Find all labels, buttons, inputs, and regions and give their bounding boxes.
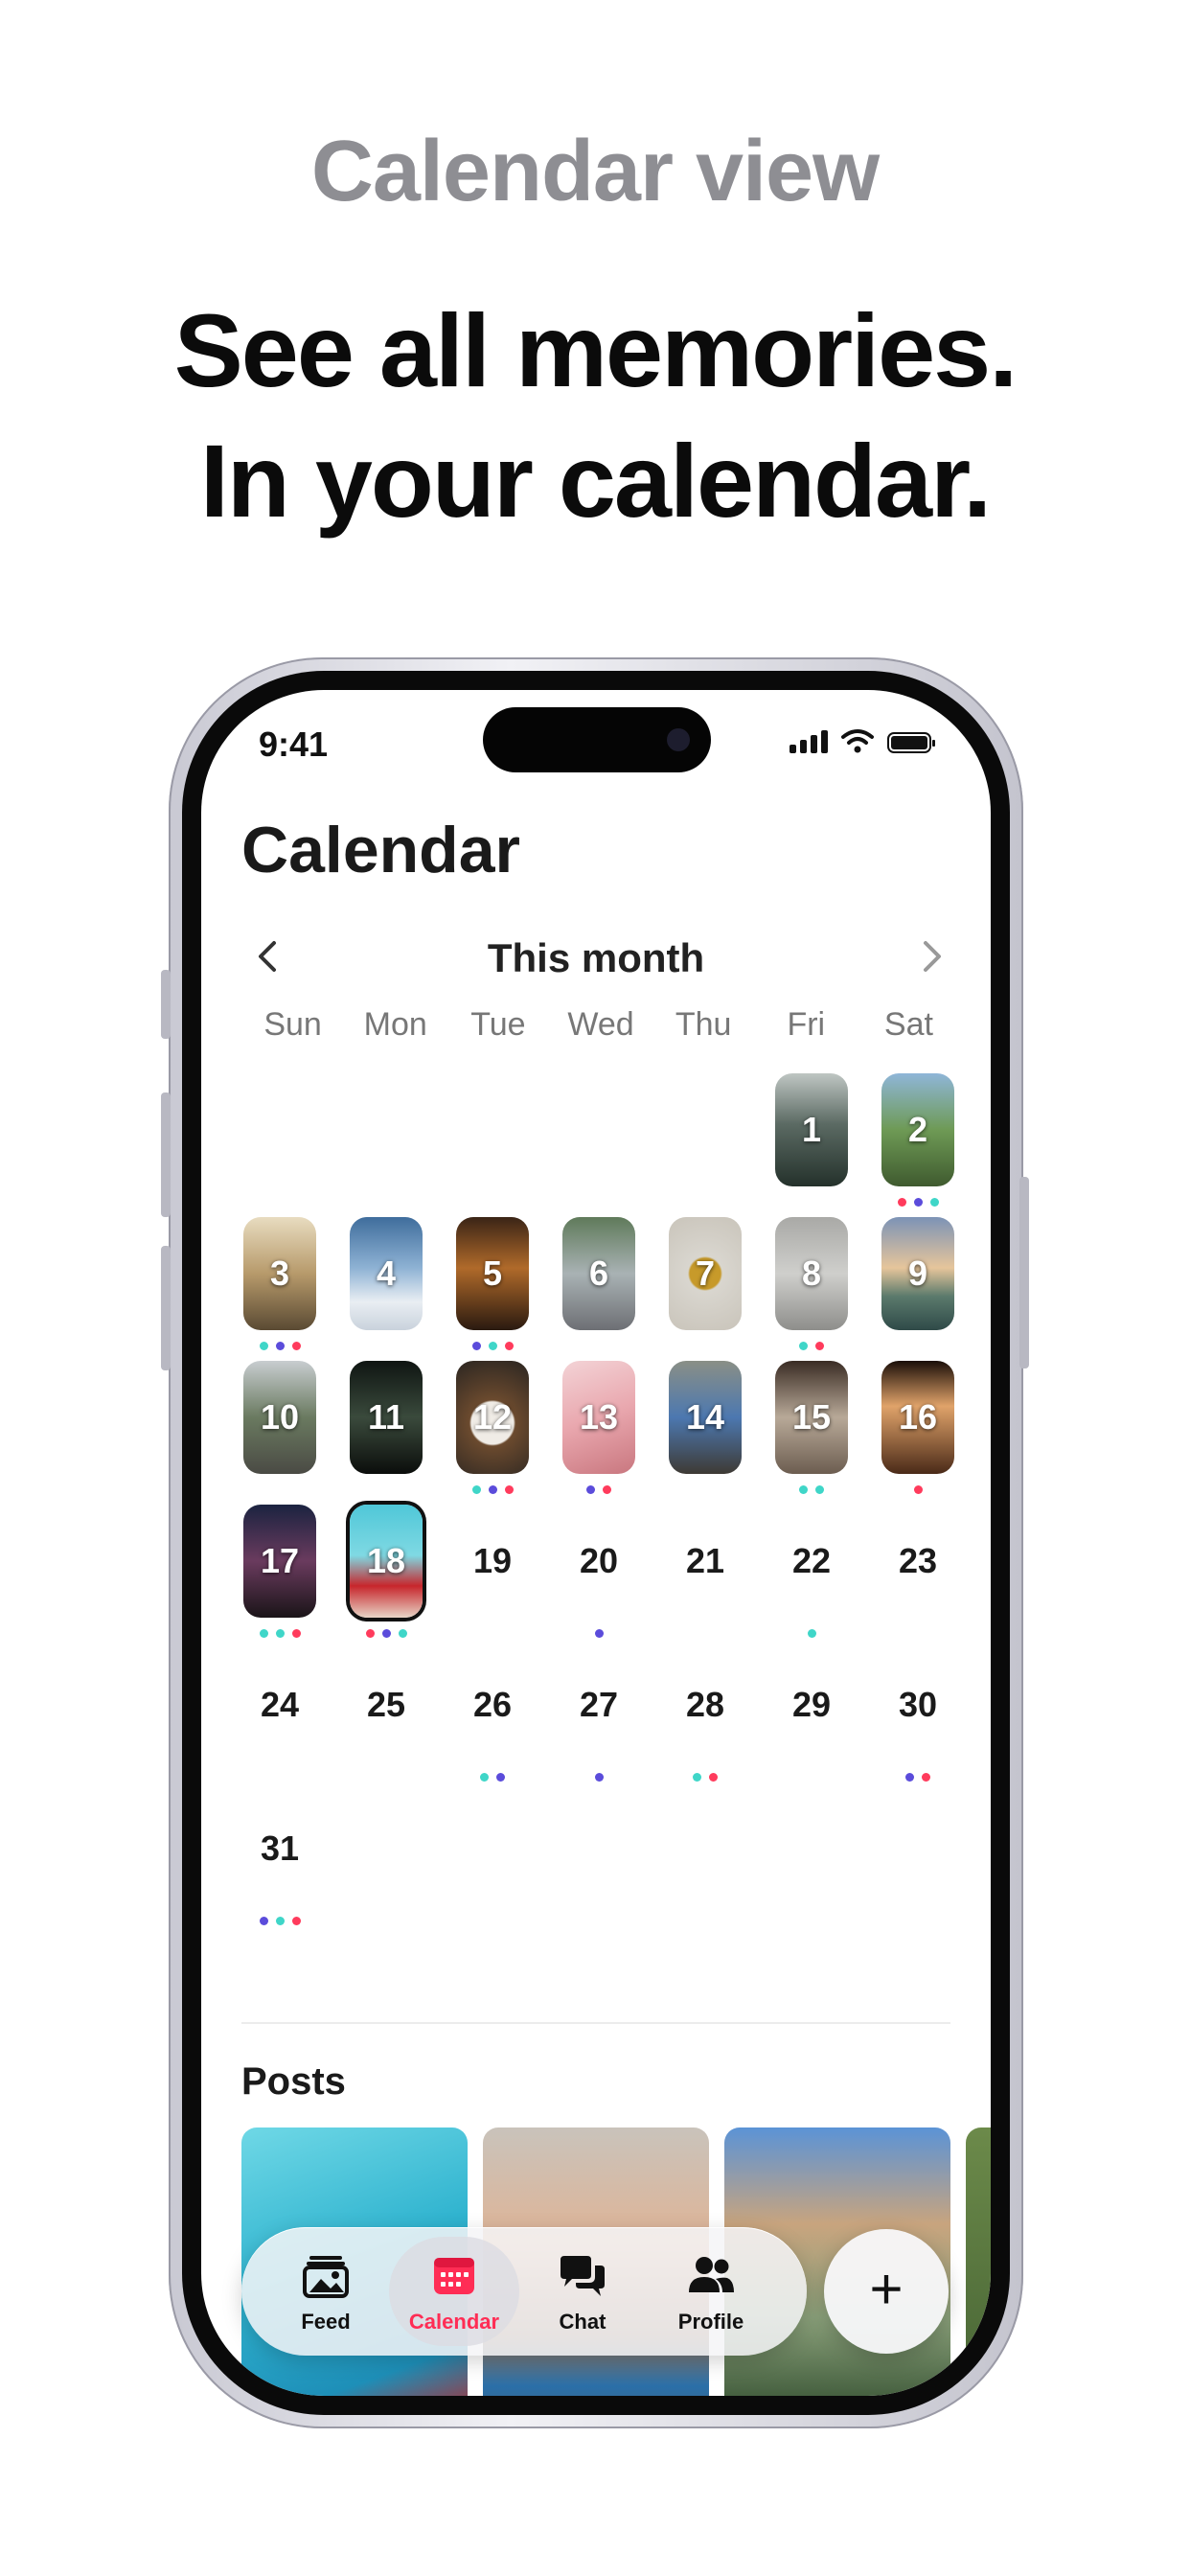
side-button-volume-down bbox=[161, 1246, 171, 1370]
section-divider bbox=[241, 2022, 950, 2024]
activity-dots bbox=[773, 1629, 850, 1638]
calendar-day[interactable]: 2 bbox=[880, 1073, 956, 1217]
calendar-icon bbox=[434, 2258, 474, 2294]
calendar-day[interactable]: 19 bbox=[454, 1505, 531, 1648]
status-time: 9:41 bbox=[259, 724, 329, 764]
activity-dots bbox=[880, 1198, 956, 1207]
activity-dots bbox=[880, 1773, 956, 1782]
tab-calendar[interactable]: Calendar bbox=[389, 2237, 519, 2346]
tab-profile-label: Profile bbox=[677, 2310, 744, 2334]
calendar-day[interactable]: 26 bbox=[454, 1648, 531, 1792]
weekday-wed: Wed bbox=[567, 1006, 634, 1043]
calendar-day[interactable]: 17 bbox=[241, 1505, 318, 1648]
activity-dots bbox=[348, 1629, 424, 1638]
signal-icon bbox=[790, 730, 828, 753]
calendar-day[interactable]: 22 bbox=[773, 1505, 850, 1648]
activity-dots bbox=[880, 1485, 956, 1494]
weekday-sun: Sun bbox=[263, 1006, 322, 1043]
tab-profile[interactable]: Profile bbox=[646, 2237, 776, 2346]
calendar-day[interactable]: 12 bbox=[454, 1361, 531, 1505]
calendar-day[interactable]: 25 bbox=[348, 1648, 424, 1792]
calendar-day[interactable]: 7 bbox=[667, 1217, 744, 1361]
activity-dots bbox=[773, 1342, 850, 1350]
calendar-day-selected[interactable]: 18 bbox=[348, 1505, 424, 1648]
hero-eyebrow: Calendar view bbox=[310, 124, 880, 219]
calendar-day[interactable]: 28 bbox=[667, 1648, 744, 1792]
post-card-partial[interactable] bbox=[966, 2128, 991, 2396]
calendar-day[interactable]: 14 bbox=[667, 1361, 744, 1505]
activity-dots bbox=[561, 1773, 637, 1782]
activity-dots bbox=[241, 1342, 318, 1350]
wifi-icon bbox=[841, 729, 874, 753]
camera-icon bbox=[667, 728, 690, 751]
tab-bar: Feed Calendar Chat Profile bbox=[241, 2227, 807, 2356]
calendar-day[interactable]: 9 bbox=[880, 1217, 956, 1361]
plus-icon: + bbox=[869, 2257, 904, 2321]
calendar-day[interactable]: 16 bbox=[880, 1361, 956, 1505]
phone-screen: 9:41 Calendar This month Sun Mon Tue Wed… bbox=[201, 690, 991, 2396]
calendar-day[interactable]: 4 bbox=[348, 1217, 424, 1361]
weekday-fri: Fri bbox=[787, 1006, 826, 1043]
activity-dots bbox=[561, 1629, 637, 1638]
calendar-day[interactable]: 31 bbox=[241, 1792, 318, 1936]
weekday-sat: Sat bbox=[883, 1006, 933, 1043]
profile-icon bbox=[689, 2257, 734, 2292]
calendar-day[interactable]: 10 bbox=[241, 1361, 318, 1505]
weekday-header: Sun Mon Tue Wed Thu Fri Sat bbox=[241, 1006, 960, 1044]
tab-chat[interactable]: Chat bbox=[517, 2237, 648, 2346]
tab-feed-label: Feed bbox=[301, 2310, 351, 2334]
month-nav: This month bbox=[241, 928, 950, 989]
page-title: Calendar bbox=[241, 814, 520, 886]
weekday-mon: Mon bbox=[363, 1006, 427, 1043]
activity-dots bbox=[454, 1773, 531, 1782]
calendar-day[interactable]: 20 bbox=[561, 1505, 637, 1648]
activity-dots bbox=[241, 1629, 318, 1638]
activity-dots bbox=[667, 1773, 744, 1782]
calendar-day[interactable]: 30 bbox=[880, 1648, 956, 1792]
calendar-day[interactable]: 21 bbox=[667, 1505, 744, 1648]
chevron-right-icon[interactable] bbox=[912, 937, 950, 976]
hero-headline-line1: See all memories. bbox=[173, 292, 1018, 408]
side-button-action bbox=[161, 970, 171, 1039]
activity-dots bbox=[241, 1917, 318, 1925]
tab-feed[interactable]: Feed bbox=[261, 2237, 391, 2346]
calendar-day[interactable]: 1 bbox=[773, 1073, 850, 1217]
calendar-day[interactable]: 3 bbox=[241, 1217, 318, 1361]
calendar-day[interactable]: 24 bbox=[241, 1648, 318, 1792]
status-icons bbox=[790, 728, 935, 753]
calendar-day[interactable]: 27 bbox=[561, 1648, 637, 1792]
battery-icon bbox=[887, 732, 935, 753]
hero-headline-line2: In your calendar. bbox=[199, 423, 992, 539]
activity-dots bbox=[454, 1485, 531, 1494]
side-button-power bbox=[1019, 1177, 1029, 1368]
calendar-day[interactable]: 15 bbox=[773, 1361, 850, 1505]
calendar-day[interactable]: 8 bbox=[773, 1217, 850, 1361]
calendar-day[interactable]: 11 bbox=[348, 1361, 424, 1505]
month-label: This month bbox=[487, 935, 705, 980]
calendar-day[interactable]: 5 bbox=[454, 1217, 531, 1361]
activity-dots bbox=[561, 1485, 637, 1494]
activity-dots bbox=[773, 1485, 850, 1494]
weekday-tue: Tue bbox=[470, 1006, 526, 1043]
chat-icon bbox=[561, 2256, 605, 2296]
calendar-day[interactable]: 23 bbox=[880, 1505, 956, 1648]
tab-calendar-label: Calendar bbox=[408, 2310, 500, 2334]
weekday-thu: Thu bbox=[675, 1006, 732, 1043]
calendar-day[interactable]: 29 bbox=[773, 1648, 850, 1792]
calendar-day[interactable]: 6 bbox=[561, 1217, 637, 1361]
dynamic-island bbox=[483, 707, 711, 772]
hero-headline: See all memories. In your calendar. bbox=[0, 286, 1190, 546]
feed-icon bbox=[303, 2256, 349, 2298]
tab-chat-label: Chat bbox=[559, 2310, 606, 2334]
add-post-button[interactable]: + bbox=[824, 2229, 949, 2354]
posts-title: Posts bbox=[241, 2060, 346, 2103]
calendar-day[interactable]: 13 bbox=[561, 1361, 637, 1505]
activity-dots bbox=[454, 1342, 531, 1350]
side-button-volume-up bbox=[161, 1092, 171, 1217]
